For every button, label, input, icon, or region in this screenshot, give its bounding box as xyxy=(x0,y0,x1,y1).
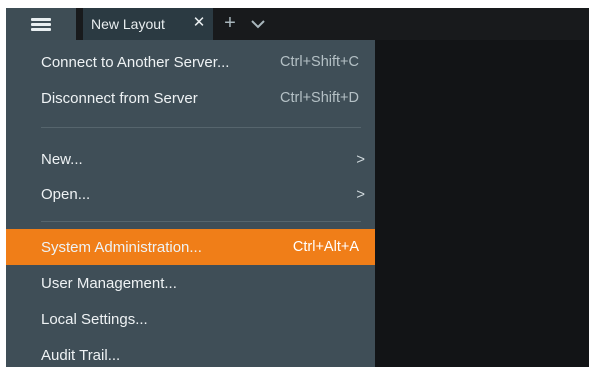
menu-item-connect-server[interactable]: Connect to Another Server... Ctrl+Shift+… xyxy=(6,44,375,80)
menu-item-shortcut: Ctrl+Alt+A xyxy=(292,239,359,255)
main-menu-button[interactable] xyxy=(6,8,76,40)
menu-item-label: New... xyxy=(41,150,83,168)
menu-item-audit-trail[interactable]: Audit Trail... xyxy=(6,337,375,367)
menu-item-new[interactable]: New... > xyxy=(6,141,375,177)
menu-item-label: Connect to Another Server... xyxy=(41,53,230,71)
menu-separator xyxy=(41,127,361,128)
menu-item-label: System Administration... xyxy=(41,238,202,256)
tab-bar: New Layout ✕ + xyxy=(6,8,589,40)
hamburger-menu-icon xyxy=(31,17,51,31)
tab-new-layout[interactable]: New Layout ✕ xyxy=(83,8,213,40)
menu-item-shortcut: Ctrl+Shift+C xyxy=(280,54,359,70)
menu-item-user-management[interactable]: User Management... xyxy=(6,265,375,301)
menu-item-label: Disconnect from Server xyxy=(41,89,198,107)
chevron-down-icon[interactable] xyxy=(248,15,268,33)
chevron-right-icon: > xyxy=(356,185,365,203)
close-icon[interactable]: ✕ xyxy=(190,14,208,32)
plus-icon[interactable]: + xyxy=(220,13,240,33)
app-window: New Layout ✕ + Connect to Another Server… xyxy=(6,8,589,367)
tab-label: New Layout xyxy=(91,16,165,32)
menu-item-label: User Management... xyxy=(41,274,177,292)
menu-item-disconnect-server[interactable]: Disconnect from Server Ctrl+Shift+D xyxy=(6,80,375,116)
menu-item-open[interactable]: Open... > xyxy=(6,176,375,212)
menu-item-shortcut: Ctrl+Shift+D xyxy=(280,90,359,106)
menu-item-label: Audit Trail... xyxy=(41,346,121,364)
chevron-right-icon: > xyxy=(356,150,365,168)
menu-item-label: Open... xyxy=(41,185,91,203)
menu-item-local-settings[interactable]: Local Settings... xyxy=(6,301,375,337)
menu-item-label: Local Settings... xyxy=(41,310,148,328)
menu-item-system-administration[interactable]: System Administration... Ctrl+Alt+A xyxy=(6,229,375,265)
main-menu: Connect to Another Server... Ctrl+Shift+… xyxy=(6,40,375,367)
menu-separator xyxy=(41,221,361,222)
